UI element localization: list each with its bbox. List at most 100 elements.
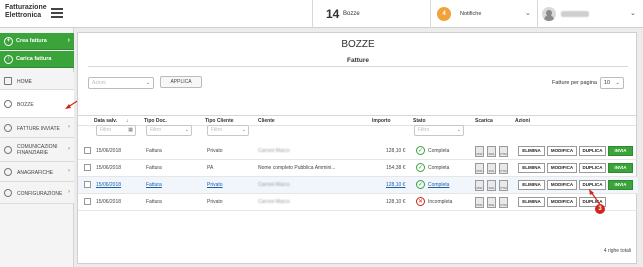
bulk-actions-select[interactable]: Azioni ⌄ <box>88 77 154 89</box>
pdf-download-icon[interactable]: PDF <box>475 180 484 191</box>
xml-download-icon[interactable]: XML <box>487 146 496 157</box>
sidebar-item-registry[interactable]: ANAGRAFICHE › <box>0 162 74 182</box>
divider <box>537 0 538 28</box>
divider <box>430 0 431 28</box>
row-amount: 128,10 € <box>386 148 406 154</box>
chevron-down-icon[interactable]: ⌄ <box>525 9 531 17</box>
upload-invoice-label: Carica fattura <box>16 56 52 62</box>
p7m-download-icon[interactable]: P7M <box>499 163 508 174</box>
xml-download-icon[interactable]: XML <box>487 197 496 208</box>
doc-type-filter[interactable]: Filtro ⌄ <box>146 125 192 136</box>
column-header: Stato <box>413 118 426 124</box>
sidebar-item-home[interactable]: HOME <box>0 72 74 90</box>
create-invoice-button[interactable]: + Crea fattura › <box>0 33 74 50</box>
column-header: Tipo Doc. <box>144 118 167 124</box>
drafts-count[interactable]: 14 <box>326 7 339 21</box>
label-line-2: FINANZIARIE <box>17 150 49 156</box>
p7m-download-icon[interactable]: P7M <box>499 197 508 208</box>
column-header: Scarica <box>475 118 493 124</box>
sidebar-item-financial-communications[interactable]: COMUNICAZIONI FINANZIARIE › <box>0 138 74 162</box>
p7m-download-icon[interactable]: P7M <box>499 180 508 191</box>
delete-button[interactable]: ELIMINA <box>518 146 545 156</box>
row-client-type[interactable]: Privato <box>207 182 223 188</box>
chevron-down-icon: ⌄ <box>184 127 189 133</box>
client-type-filter[interactable]: Filtro ⌄ <box>207 125 249 136</box>
sidebar-item-configuration[interactable]: CONFIGURAZIONE › <box>0 182 74 204</box>
upload-invoice-button[interactable]: ↑ Carica fattura <box>0 51 74 68</box>
drafts-icon <box>4 100 12 108</box>
edit-button[interactable]: MODIFICA <box>547 180 577 190</box>
delete-button[interactable]: ELIMINA <box>518 180 545 190</box>
row-date[interactable]: 15/06/2018 <box>96 182 121 188</box>
row-doc-type: Fattura <box>146 165 162 171</box>
user-avatar-icon[interactable] <box>542 7 556 21</box>
check-circle-icon: ✓ <box>416 163 425 172</box>
page-title: BOZZE <box>341 39 375 50</box>
edit-button[interactable]: MODIFICA <box>547 146 577 156</box>
row-client: Nome completo Pubblica Ammini... <box>258 165 336 171</box>
chevron-down-icon: ⌄ <box>456 127 461 133</box>
row-client-type: PA <box>207 165 214 171</box>
finance-icon <box>4 146 12 154</box>
send-button[interactable]: INVIA <box>608 180 633 190</box>
notifications-label[interactable]: Notifiche <box>460 11 481 17</box>
column-header[interactable]: Data salv. <box>94 118 117 124</box>
chevron-right-icon: › <box>68 124 70 130</box>
pdf-download-icon[interactable]: PDF <box>475 197 484 208</box>
sidebar-item-label: COMUNICAZIONI FINANZIARIE <box>17 144 58 156</box>
column-header: Azioni <box>515 118 530 124</box>
check-circle-icon: ✓ <box>416 180 425 189</box>
calendar-icon: ▦ <box>128 127 133 133</box>
duplicate-button[interactable]: DUPLICA <box>579 163 606 173</box>
chevron-down-icon: ⌄ <box>145 80 150 86</box>
brand-line-2: Elettronica <box>5 12 42 19</box>
table-row[interactable]: 15/06/2018 Fattura Privato Carroni Marco 128… <box>78 194 638 211</box>
sidebar-item-sent-invoices[interactable]: FATTURE INVIATE › <box>0 118 74 138</box>
chevron-down-icon[interactable]: ⌄ <box>630 9 636 17</box>
app-brand[interactable]: Fatturazione Elettronica <box>5 4 47 20</box>
row-checkbox[interactable] <box>84 181 91 188</box>
date-filter-input[interactable]: Filtro ▦ <box>96 125 136 136</box>
brand-line-1: Fatturazione <box>5 4 47 11</box>
send-button[interactable]: INVIA <box>608 146 633 156</box>
row-checkbox[interactable] <box>84 147 91 154</box>
menu-icon[interactable] <box>51 8 63 18</box>
state-filter-placeholder: Filtro <box>418 127 430 133</box>
row-checkbox[interactable] <box>84 198 91 205</box>
send-button[interactable]: INVIA <box>608 163 633 173</box>
state-filter[interactable]: Filtro ⌄ <box>414 125 464 136</box>
sidebar-item-label: HOME <box>17 79 32 85</box>
edit-button[interactable]: MODIFICA <box>547 163 577 173</box>
delete-button[interactable]: ELIMINA <box>518 197 545 207</box>
row-client-type: Privato <box>207 148 223 154</box>
column-header: Tipo Cliente <box>205 118 234 124</box>
row-doc-type: Fattura <box>146 199 162 205</box>
table-row[interactable]: 15/06/2018 Fattura PA Nome completo Pubblic… <box>78 160 638 177</box>
delete-button[interactable]: ELIMINA <box>518 163 545 173</box>
xml-download-icon[interactable]: XML <box>487 163 496 174</box>
table-row[interactable]: 15/06/2018 Fattura Privato Carroni Marco 128… <box>78 143 638 160</box>
xml-download-icon[interactable]: XML <box>487 180 496 191</box>
user-name-redacted[interactable] <box>561 11 589 17</box>
table-row[interactable]: 15/06/2018 Fattura Privato Carroni Marco 128… <box>78 177 638 194</box>
per-page-select[interactable]: 10 ⌄ <box>600 77 624 89</box>
chevron-right-icon: › <box>68 168 70 174</box>
pdf-download-icon[interactable]: PDF <box>475 146 484 157</box>
row-doc-type[interactable]: Fattura <box>146 182 162 188</box>
date-filter-placeholder: Filtro <box>100 127 112 133</box>
row-client: Carroni Marco <box>258 199 290 205</box>
row-state[interactable]: Completa <box>428 182 449 188</box>
duplicate-button[interactable]: DUPLICA <box>579 146 606 156</box>
row-amount: 128,10 € <box>386 199 406 205</box>
sort-icon[interactable]: ↓ <box>126 118 129 124</box>
section-heading: Fatture <box>88 55 628 67</box>
apply-button[interactable]: APPLICA <box>160 76 202 88</box>
pdf-download-icon[interactable]: PDF <box>475 163 484 174</box>
row-amount[interactable]: 128,10 € <box>386 182 405 188</box>
edit-button[interactable]: MODIFICA <box>547 197 577 207</box>
notifications-badge[interactable]: 4 <box>437 7 451 21</box>
drafts-count-label: Bozze <box>343 11 360 17</box>
p7m-download-icon[interactable]: P7M <box>499 146 508 157</box>
chevron-right-icon: › <box>67 37 70 44</box>
row-checkbox[interactable] <box>84 164 91 171</box>
